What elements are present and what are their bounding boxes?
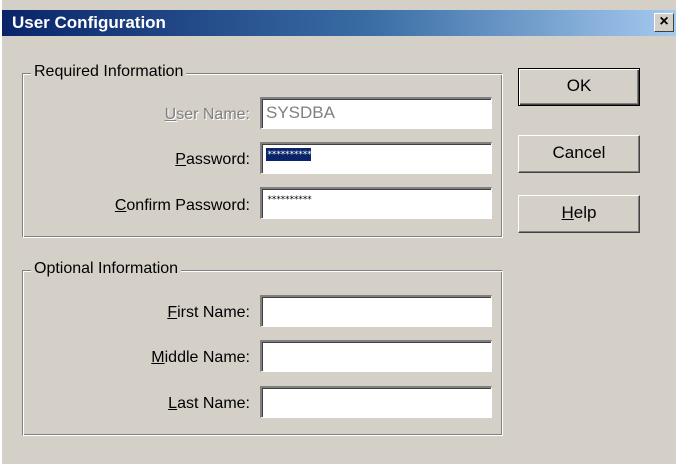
user-name-field[interactable]: SYSDBA <box>260 97 492 129</box>
password-label: Password: <box>175 151 250 168</box>
confirm-password-field[interactable]: ********** <box>260 187 492 219</box>
user-configuration-dialog: User Configuration × Required Informatio… <box>0 0 676 464</box>
optional-information-legend: Optional Information <box>31 260 182 278</box>
user-name-label: User Name: <box>164 106 250 123</box>
help-button-label: Help <box>561 203 597 222</box>
cancel-button-label: Cancel <box>552 143 606 162</box>
password-field[interactable]: ********** <box>260 142 492 174</box>
window-title: User Configuration <box>12 13 166 32</box>
password-value: ********** <box>266 148 312 161</box>
middle-name-label: Middle Name: <box>151 349 250 366</box>
first-name-field[interactable] <box>260 295 492 327</box>
last-name-field[interactable] <box>260 386 492 418</box>
title-bar[interactable]: User Configuration × <box>2 10 676 36</box>
ok-button-label: OK <box>566 76 592 95</box>
close-icon: × <box>659 13 669 30</box>
first-name-label: First Name: <box>167 304 250 321</box>
required-information-legend: Required Information <box>31 63 187 81</box>
help-button[interactable]: Help <box>518 195 640 233</box>
close-button[interactable]: × <box>654 13 674 32</box>
ok-button[interactable]: OK <box>518 68 640 106</box>
last-name-label: Last Name: <box>168 395 250 412</box>
middle-name-field[interactable] <box>260 340 492 372</box>
confirm-password-value: ********** <box>267 195 312 205</box>
user-name-value: SYSDBA <box>266 103 335 122</box>
cancel-button[interactable]: Cancel <box>518 135 640 173</box>
confirm-password-label: Confirm Password: <box>114 197 250 214</box>
